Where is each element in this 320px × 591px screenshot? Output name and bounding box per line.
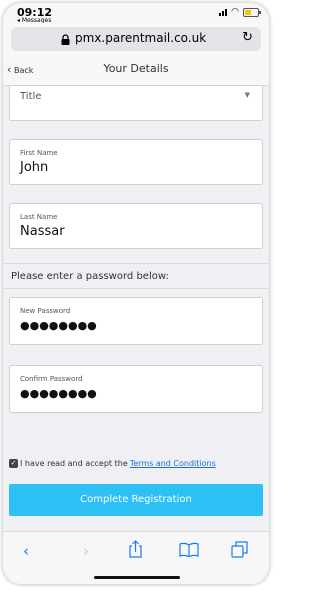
- navigation-bar: ‹ Back Your Details: [3, 55, 269, 86]
- share-icon[interactable]: [128, 540, 143, 558]
- battery-icon: [243, 8, 261, 17]
- new-password-label: New Password: [20, 307, 71, 315]
- back-arrow-icon[interactable]: ‹: [23, 542, 29, 560]
- phone-screen: 09:12 ◂ Messages ◠ pmx.parentmail.co.uk …: [3, 3, 269, 584]
- new-password-field[interactable]: New Password ●●●●●●●●: [9, 297, 263, 345]
- signal-icon: [219, 9, 228, 16]
- confirm-password-value: ●●●●●●●●: [20, 387, 97, 400]
- address-bar-area: pmx.parentmail.co.uk ↻: [3, 23, 269, 55]
- lock-icon: [61, 34, 70, 45]
- browser-toolbar: ‹ ›: [3, 531, 269, 584]
- title-select[interactable]: Title ▼: [9, 85, 263, 121]
- terms-link[interactable]: Terms and Conditions: [130, 459, 216, 468]
- forward-icon[interactable]: ›: [83, 542, 89, 560]
- terms-text: I have read and accept the: [20, 459, 128, 468]
- confirm-password-label: Confirm Password: [20, 375, 83, 383]
- last-name-value: Nassar: [20, 224, 65, 239]
- home-indicator[interactable]: [94, 576, 180, 579]
- section-divider: [3, 288, 269, 289]
- first-name-label: First Name: [20, 149, 58, 157]
- last-name-label: Last Name: [20, 213, 58, 221]
- complete-registration-button[interactable]: Complete Registration: [9, 484, 263, 516]
- last-name-field[interactable]: Last Name Nassar: [9, 203, 263, 249]
- bookmarks-icon[interactable]: [179, 542, 199, 557]
- status-bar: 09:12 ◂ Messages ◠: [3, 3, 269, 24]
- confirm-password-field[interactable]: Confirm Password ●●●●●●●●: [9, 365, 263, 413]
- status-icons: ◠: [219, 7, 261, 17]
- title-select-label: Title: [20, 91, 42, 102]
- first-name-field[interactable]: First Name John: [9, 139, 263, 185]
- checkbox-icon[interactable]: ✓: [9, 459, 18, 468]
- section-divider: [3, 263, 269, 264]
- new-password-value: ●●●●●●●●: [20, 319, 97, 332]
- dropdown-chevron-icon: ▼: [244, 91, 250, 99]
- wifi-icon: ◠: [231, 7, 239, 17]
- url-text: pmx.parentmail.co.uk: [75, 31, 207, 45]
- tabs-icon[interactable]: [231, 541, 248, 558]
- page-title: Your Details: [103, 62, 169, 75]
- reload-icon[interactable]: ↻: [242, 30, 253, 45]
- terms-row: ✓ I have read and accept the Terms and C…: [9, 459, 216, 468]
- first-name-value: John: [20, 160, 49, 175]
- password-prompt: Please enter a password below:: [11, 271, 169, 282]
- address-bar[interactable]: pmx.parentmail.co.uk ↻: [11, 27, 261, 51]
